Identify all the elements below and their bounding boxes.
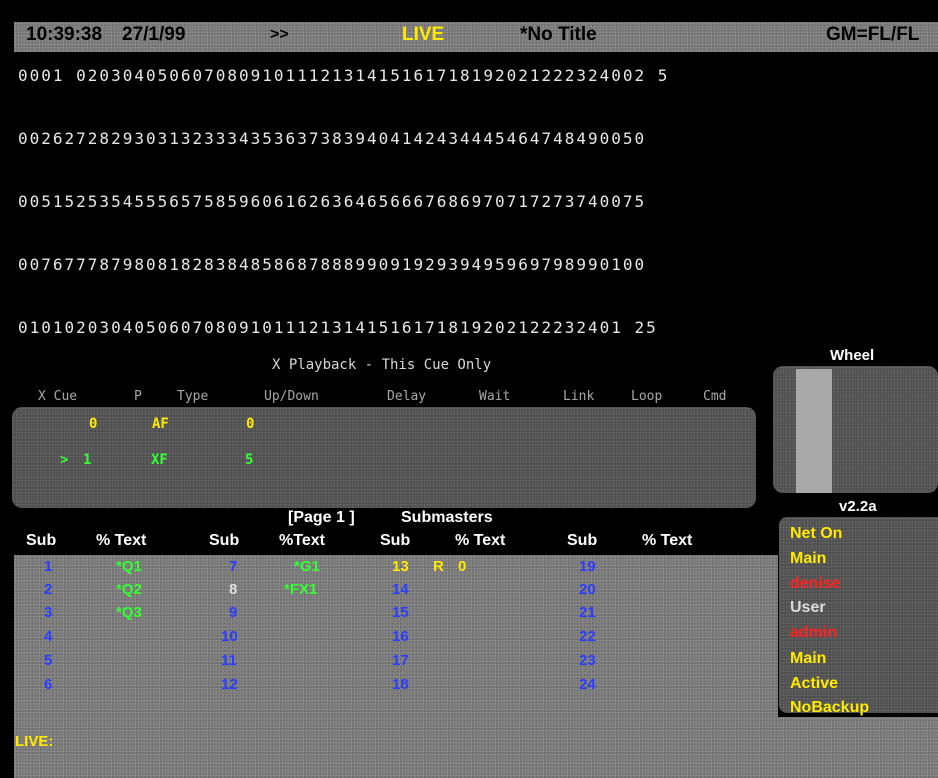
channel-row-5: 0101020304050607080910111213141516171819…: [18, 318, 658, 337]
status-backup: NoBackup: [790, 699, 870, 716]
submaster-text: *Q2: [116, 581, 142, 598]
submaster-number[interactable]: 23: [579, 652, 596, 669]
channel-row-2: 0026272829303132333435363738394041424344…: [18, 129, 647, 148]
header-text-4: % Text: [642, 532, 693, 549]
submaster-number[interactable]: 20: [579, 581, 596, 598]
channel-row-3: 0051525354555657585960616263646566676869…: [18, 192, 647, 211]
live-mode-indicator: LIVE: [402, 24, 445, 45]
header-link: Link: [563, 389, 595, 404]
status-net: Net On: [790, 525, 843, 542]
cue-number: 0: [89, 416, 98, 432]
submaster-number[interactable]: 22: [579, 628, 596, 645]
submasters-title: Submasters: [401, 509, 493, 526]
cue-number: 1: [83, 452, 92, 468]
cue-updown: 0: [246, 416, 255, 432]
submaster-text: *G1: [294, 558, 320, 575]
header-type: Type: [177, 389, 209, 404]
header-text-1: % Text: [96, 532, 147, 549]
status-admin: admin: [790, 624, 838, 641]
submaster-number[interactable]: 18: [392, 676, 409, 693]
submaster-number[interactable]: 19: [579, 558, 596, 575]
header-x-cue: X Cue: [38, 389, 78, 404]
submaster-number[interactable]: 14: [392, 581, 409, 598]
cue-type: AF: [152, 416, 169, 432]
submaster-number[interactable]: 21: [579, 604, 596, 621]
header-sub-3: Sub: [380, 532, 411, 549]
submaster-number[interactable]: 5: [44, 652, 52, 669]
cue-type: XF: [151, 452, 168, 468]
submaster-text: *FX1: [284, 581, 318, 598]
submaster-number[interactable]: 7: [229, 558, 237, 575]
wheel-level-bar[interactable]: [796, 369, 832, 493]
status-user-name: denise: [790, 575, 841, 592]
show-title: *No Title: [520, 24, 597, 45]
status-user-label: User: [790, 599, 826, 616]
status-main-2: Main: [790, 650, 827, 667]
submaster-number[interactable]: 8: [229, 581, 237, 598]
channel-row-4: 0076777879808182838485868788899091929394…: [18, 255, 647, 274]
header-text-3: % Text: [455, 532, 506, 549]
submaster-number[interactable]: 4: [44, 628, 52, 645]
command-line[interactable]: [14, 717, 938, 778]
current-cue-marker: >: [60, 452, 69, 468]
submaster-number[interactable]: 11: [221, 652, 237, 669]
header-delay: Delay: [387, 389, 427, 404]
header-sub-4: Sub: [567, 532, 598, 549]
top-status-bar: 10:39:38 27/1/99 >> LIVE *No Title GM=FL…: [14, 22, 938, 52]
submaster-number[interactable]: 1: [44, 558, 52, 575]
submaster-number[interactable]: 6: [44, 676, 52, 693]
status-active: Active: [790, 675, 839, 692]
grandmaster-status: GM=FL/FL: [826, 24, 920, 45]
arrows-indicator: >>: [270, 26, 289, 43]
submaster-text: *Q3: [116, 604, 142, 621]
submaster-page-label: [Page 1 ]: [288, 509, 355, 526]
cue-updown: 5: [245, 452, 254, 468]
submaster-number[interactable]: 15: [392, 604, 409, 621]
submaster-number[interactable]: 17: [392, 652, 409, 669]
submaster-number[interactable]: 9: [229, 604, 237, 621]
header-cmd: Cmd: [703, 389, 727, 404]
header-updown: Up/Down: [264, 389, 319, 404]
submaster-number[interactable]: 24: [579, 676, 596, 693]
wheel-title: Wheel: [830, 347, 875, 364]
header-loop: Loop: [631, 389, 663, 404]
submaster-number[interactable]: 12: [221, 676, 238, 693]
command-line-prompt: LIVE:: [15, 733, 54, 750]
submaster-number[interactable]: 10: [221, 628, 238, 645]
header-p: P: [134, 389, 142, 404]
submaster-percent: 0: [458, 558, 467, 575]
submaster-number[interactable]: 2: [44, 581, 52, 598]
header-sub-2: Sub: [209, 532, 240, 549]
submaster-text: *Q1: [116, 558, 142, 575]
clock-time: 10:39:38: [26, 24, 103, 45]
header-sub-1: Sub: [26, 532, 57, 549]
x-playback-title: X Playback - This Cue Only: [272, 357, 492, 373]
submaster-flag: R: [433, 558, 444, 575]
status-main: Main: [790, 550, 827, 567]
submaster-number[interactable]: 16: [392, 628, 409, 645]
x-playback-panel: [12, 407, 756, 508]
header-text-2: %Text: [279, 532, 325, 549]
submaster-number[interactable]: 3: [44, 604, 52, 621]
submaster-number[interactable]: 13: [392, 558, 409, 575]
version-label: v2.2a: [839, 498, 877, 515]
header-wait: Wait: [479, 389, 511, 404]
clock-date: 27/1/99: [122, 24, 186, 45]
channel-row-1: 0001 02030405060708091011121314151617181…: [18, 66, 670, 85]
